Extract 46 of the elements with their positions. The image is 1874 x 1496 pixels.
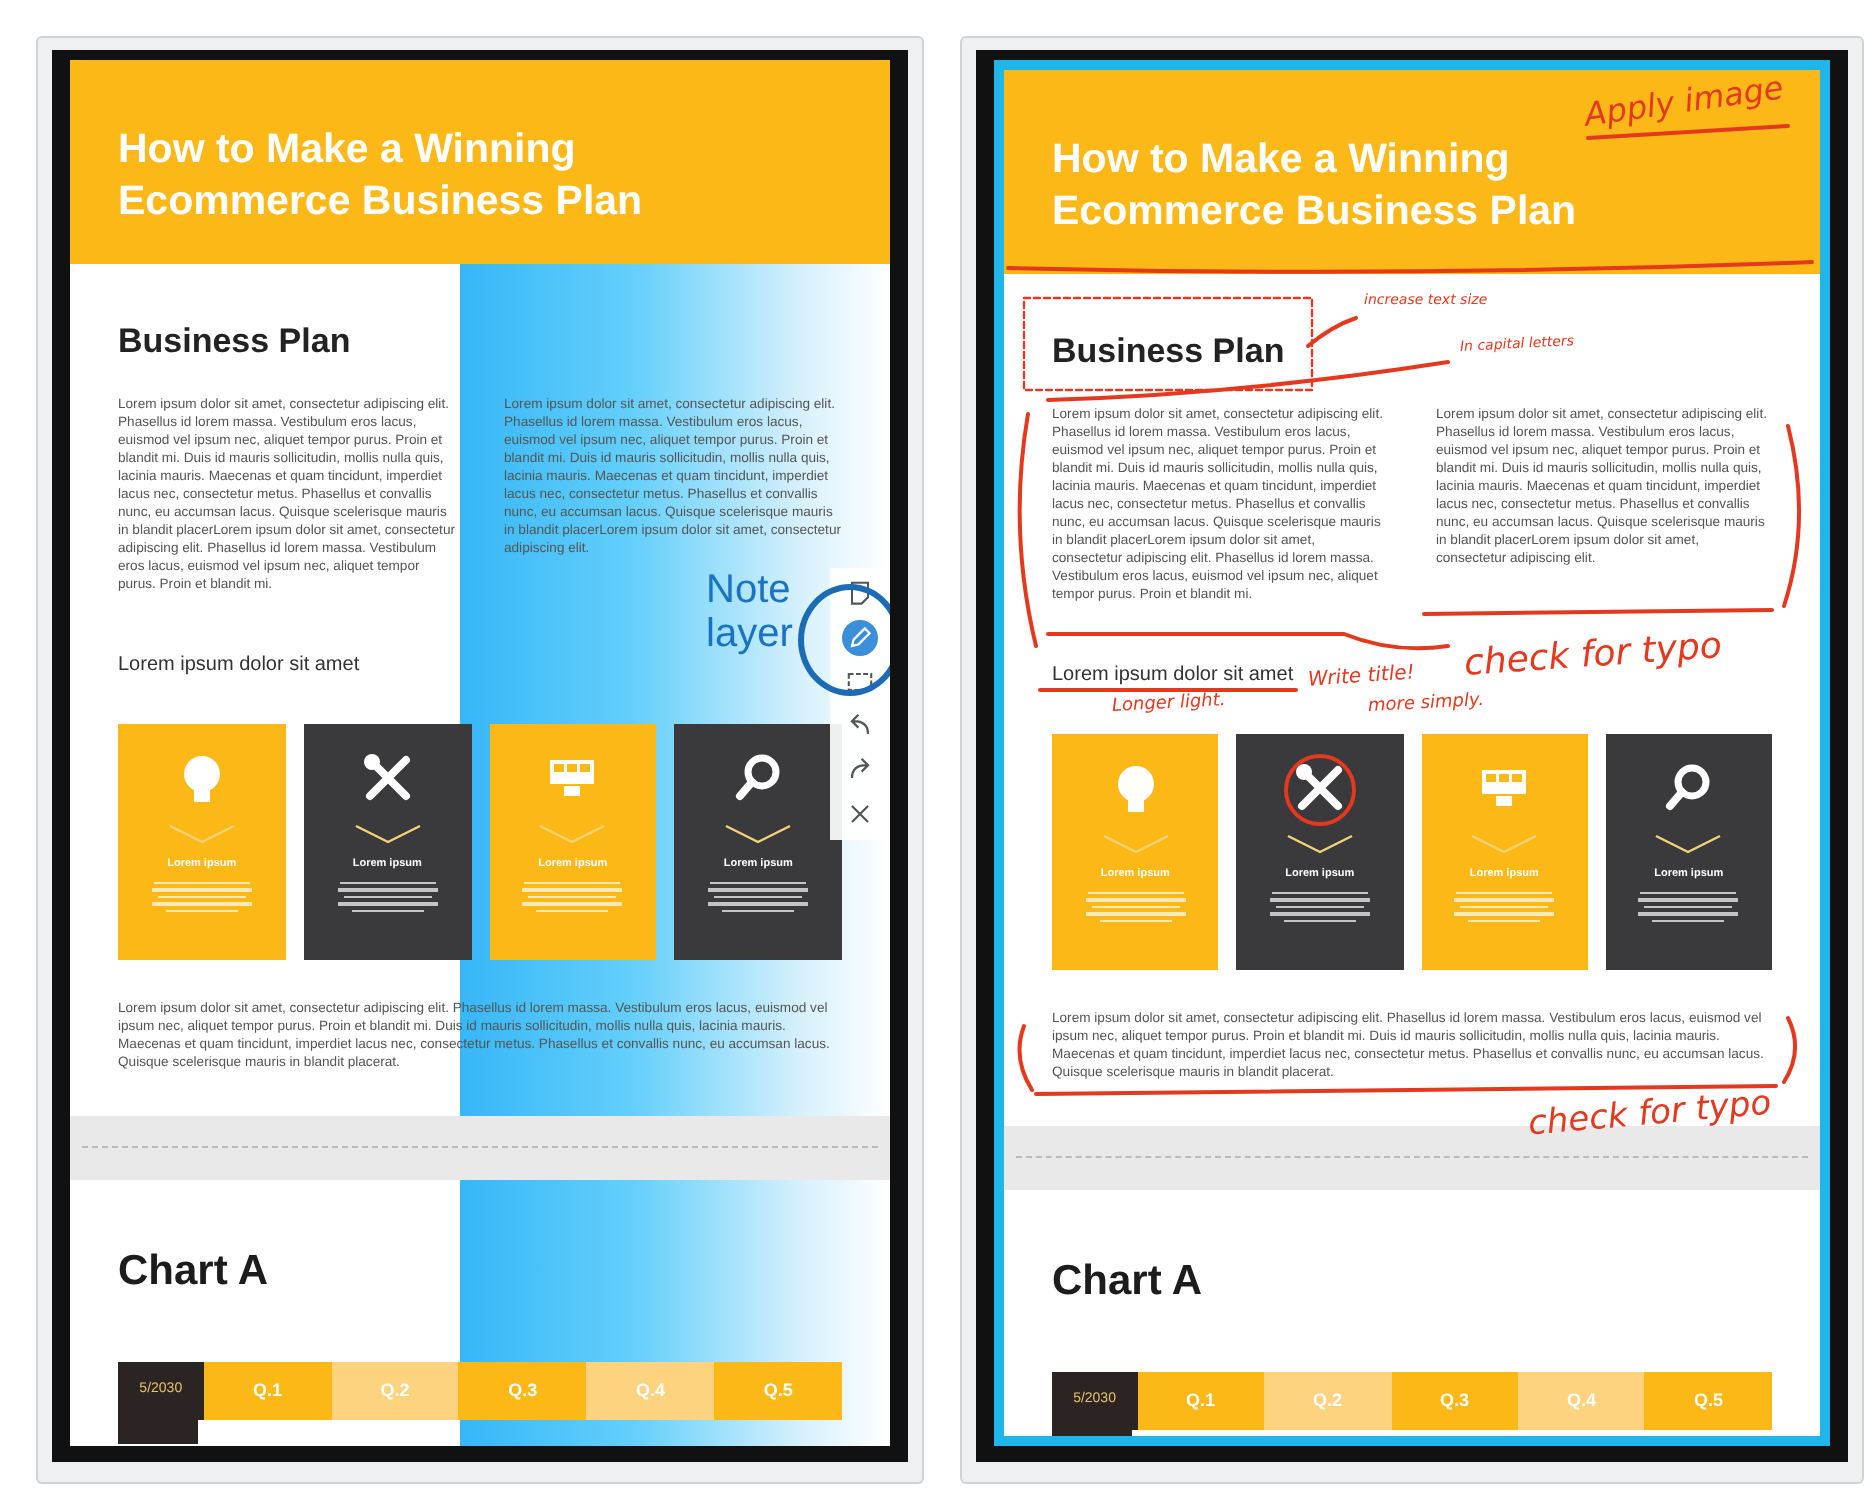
wrench-pencil-icon — [361, 751, 414, 803]
search-icon — [732, 751, 785, 803]
document-title: How to Make a Winning — [118, 124, 578, 176]
ink-bracket — [1782, 1016, 1798, 1084]
chart-heading: Chart A — [118, 1245, 271, 1297]
table-header-cell: Q.1 — [203, 1362, 332, 1420]
chevron-icon — [167, 823, 236, 843]
handwritten-note: more simply. — [1367, 693, 1485, 717]
table-cell — [118, 1420, 198, 1444]
document-title: Ecommerce Business Plan — [1052, 185, 1579, 237]
handwritten-note: check for typo — [1463, 629, 1724, 683]
table-header-cell: Q.5 — [714, 1362, 842, 1420]
chevron-icon — [1654, 833, 1723, 853]
table-header-cell: Q.4 — [586, 1362, 715, 1420]
ink-circle — [1284, 754, 1356, 826]
table-header-cell: Q.4 — [1518, 1372, 1645, 1430]
chevron-icon — [1285, 833, 1354, 853]
handwritten-note: Apply image — [1582, 72, 1786, 132]
section-heading: Business Plan — [118, 320, 351, 364]
highlight-ring — [798, 584, 890, 696]
table-header-cell: Q.2 — [1264, 1372, 1392, 1430]
table-header-cell: Q.2 — [331, 1362, 459, 1420]
chevron-icon — [1101, 833, 1170, 853]
handwritten-note: Write title! — [1307, 664, 1416, 692]
ink-bracket — [1017, 1024, 1034, 1092]
handwritten-note: check for typo — [1527, 1087, 1773, 1143]
chart-heading: Chart A — [1052, 1255, 1205, 1307]
chevron-icon — [353, 823, 422, 843]
table-header-cell: Q.3 — [1391, 1372, 1518, 1430]
section-heading: Business Plan — [1052, 330, 1285, 374]
wrench-pencil-icon — [1293, 761, 1346, 813]
subheading: Lorem ipsum dolor sit amet — [118, 651, 360, 679]
pen-tool-button[interactable] — [842, 620, 878, 656]
note-layer-label: Note layer — [706, 568, 795, 656]
table-header-cell: Q.3 — [458, 1362, 587, 1420]
pen-icon — [844, 622, 876, 654]
chevron-icon — [724, 823, 793, 843]
chevron-icon — [1470, 833, 1539, 853]
document-title: How to Make a Winning — [1052, 134, 1512, 186]
search-icon — [1662, 761, 1715, 813]
table-header-cell: Q.1 — [1137, 1372, 1265, 1430]
chevron-icon — [538, 823, 607, 843]
table-header-cell: Q.5 — [1644, 1372, 1772, 1430]
handwritten-note: Longer light. — [1111, 693, 1227, 717]
subheading: Lorem ipsum dolor sit amet — [1052, 661, 1294, 689]
document-title: Ecommerce Business Plan — [118, 175, 645, 227]
